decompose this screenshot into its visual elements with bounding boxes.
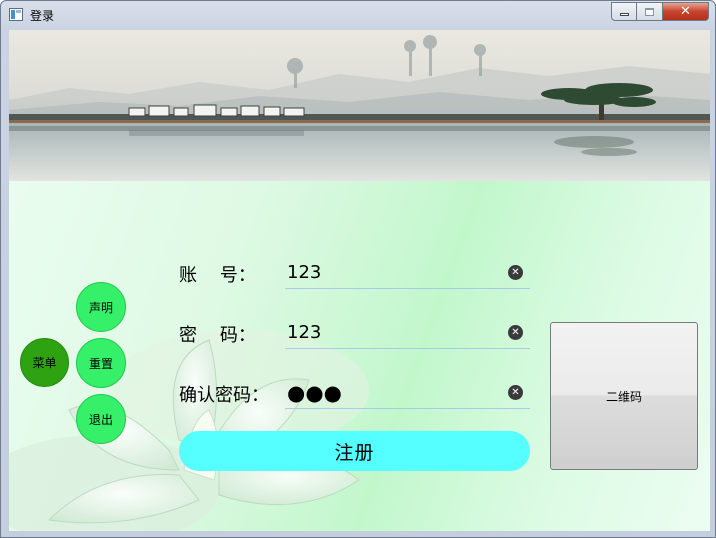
register-button[interactable]: 注册 (179, 431, 530, 471)
minimize-icon (619, 13, 629, 16)
account-clear-icon[interactable]: ✕ (508, 265, 523, 280)
qr-code-button[interactable]: 二维码 (550, 322, 698, 470)
window-controls: ✕ (611, 2, 709, 21)
password-label: 密 码： (179, 325, 256, 346)
reset-button[interactable]: 重置 (76, 338, 126, 388)
account-input[interactable]: 123 ✕ (285, 257, 530, 289)
account-value: 123 (287, 262, 322, 283)
confirm-password-input[interactable]: ●●● ✕ (285, 377, 530, 409)
password-value: 123 (287, 322, 322, 343)
confirm-password-masked-value: ●●● (287, 380, 342, 405)
statement-button[interactable]: 声明 (76, 282, 126, 332)
login-window: 登录 ✕ 菜单 声明 重置 退出 账 号： 123 ✕ 密 码： 123 ✕ 确… (0, 0, 716, 538)
password-clear-icon[interactable]: ✕ (508, 325, 523, 340)
exit-button[interactable]: 退出 (76, 394, 126, 444)
password-input[interactable]: 123 ✕ (285, 317, 530, 349)
menu-button[interactable]: 菜单 (20, 338, 69, 387)
app-icon (9, 8, 23, 21)
minimize-button[interactable] (611, 2, 637, 21)
confirm-password-clear-icon[interactable]: ✕ (508, 385, 523, 400)
window-title: 登录 (30, 9, 55, 23)
close-icon: ✕ (680, 4, 691, 19)
close-button[interactable]: ✕ (663, 2, 709, 21)
confirm-password-label: 确认密码： (179, 385, 269, 406)
maximize-button[interactable] (637, 2, 663, 21)
lotus-flower-image (9, 330, 369, 531)
maximize-icon (645, 7, 654, 16)
title-bar[interactable]: 登录 ✕ (1, 1, 715, 29)
account-label: 账 号： (179, 265, 256, 286)
landscape-banner-image (9, 30, 710, 181)
client-area: 菜单 声明 重置 退出 账 号： 123 ✕ 密 码： 123 ✕ 确认密码： … (9, 30, 710, 531)
